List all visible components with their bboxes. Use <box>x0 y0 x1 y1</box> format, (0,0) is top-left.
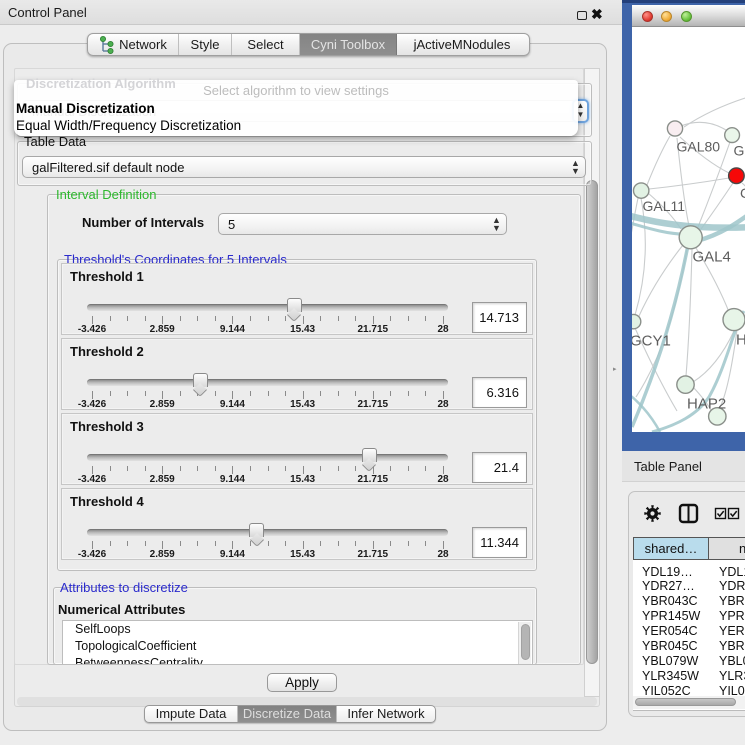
svg-text:HAP2: HAP2 <box>687 396 726 413</box>
svg-text:G.: G. <box>734 143 745 159</box>
svg-text:H: H <box>736 332 745 349</box>
svg-text:C: C <box>740 185 745 201</box>
svg-text:GCY1: GCY1 <box>632 333 671 350</box>
svg-text:GAL80: GAL80 <box>677 139 721 155</box>
svg-text:GAL4: GAL4 <box>693 249 731 266</box>
svg-text:GAL11: GAL11 <box>643 198 686 214</box>
